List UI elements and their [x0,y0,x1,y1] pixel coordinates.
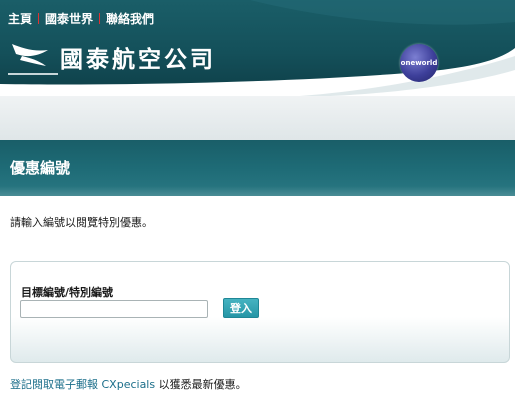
page-title: 優惠編號 [10,159,71,177]
header-band [0,96,515,140]
nav-cathay-world-link[interactable]: 國泰世界 [45,10,93,27]
intro-text: 請輸入編號以閱覽特別優惠。 [10,216,153,229]
newsletter-suffix: 以獲悉最新優惠。 [158,378,247,391]
nav-separator [99,13,101,24]
oneworld-logo[interactable]: oneworld [400,44,438,82]
nav-contact-us-link[interactable]: 聯絡我們 [106,10,154,27]
cxpecials-signup-link[interactable]: 登記閱取電子郵報 CXpecials [10,378,155,391]
site-header: 主頁 國泰世界 聯絡我們 國泰航空公司 oneworld [0,0,515,96]
nav-separator [38,13,40,24]
logo-underline [8,73,58,75]
brand-name[interactable]: 國泰航空公司 [60,40,216,74]
title-bar-fade [0,186,515,196]
oneworld-label: oneworld [400,59,438,67]
page-title-bar: 優惠編號 [0,140,515,196]
login-button[interactable]: 登入 [223,298,259,318]
top-navigation: 主頁 國泰世界 聯絡我們 [8,10,154,27]
newsletter-signup-text: 登記閱取電子郵報 CXpecials 以獲悉最新優惠。 [10,376,247,392]
nav-home-link[interactable]: 主頁 [8,10,32,27]
promo-code-label: 目標編號/特別編號 [21,286,114,299]
brushwing-logo-icon[interactable] [8,36,54,72]
promo-code-form: 目標編號/特別編號 登入 [10,261,510,363]
promo-code-input[interactable] [20,300,208,318]
